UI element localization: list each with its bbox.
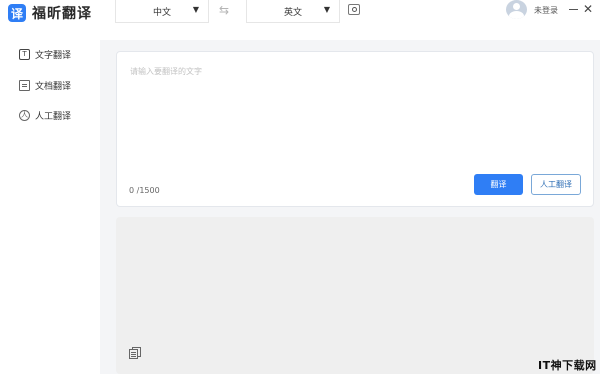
source-language-label: 中文 [152, 7, 171, 18]
logo-icon: 译 [8, 4, 26, 22]
avatar[interactable] [506, 0, 527, 19]
copy-icon[interactable] [129, 347, 141, 359]
target-language-label: 英文 [283, 7, 302, 18]
login-status[interactable]: 未登录 [534, 5, 558, 16]
sidebar-item-text-translate[interactable]: T 文字翻译 [19, 47, 71, 61]
minimize-icon[interactable] [569, 9, 578, 10]
source-text-placeholder[interactable]: 请输入要翻译的文字 [130, 66, 202, 77]
copy-icon-front [129, 349, 138, 359]
sidebar-item-label: 人工翻译 [35, 111, 72, 122]
sidebar-item-label: 文档翻译 [35, 81, 72, 92]
sidebar-item-label: 文字翻译 [35, 50, 72, 61]
top-bar: 译 福昕翻译 中文 ▼ ⇆ 英文 ▼ 未登录 ✕ [0, 0, 600, 40]
chevron-down-icon: ▼ [323, 5, 330, 14]
document-icon [19, 79, 30, 91]
watermark: IT神下载网 [538, 359, 597, 372]
character-counter: 0 /1500 [129, 186, 160, 195]
source-language-select[interactable]: 中文 ▼ [115, 0, 209, 23]
chevron-down-icon: ▼ [192, 5, 199, 14]
camera-icon[interactable] [348, 4, 360, 15]
avatar-body [509, 11, 524, 19]
source-text-panel[interactable]: 请输入要翻译的文字 0 /1500 翻译 人工翻译 [116, 51, 594, 207]
target-language-select[interactable]: 英文 ▼ [246, 0, 340, 23]
close-icon[interactable]: ✕ [583, 0, 593, 18]
camera-lens [351, 7, 357, 12]
app-name: 福昕翻译 [32, 6, 92, 22]
human-translate-button[interactable]: 人工翻译 [531, 174, 581, 195]
sidebar-item-human-translate[interactable]: 人 人工翻译 [19, 108, 71, 122]
sidebar-item-document-translate[interactable]: 文档翻译 [19, 78, 71, 92]
translation-output-panel [116, 217, 594, 374]
app-logo: 译 福昕翻译 [8, 1, 92, 25]
avatar-head [513, 3, 520, 10]
person-icon: 人 [19, 109, 30, 121]
swap-languages-icon[interactable]: ⇆ [219, 3, 229, 17]
sidebar: T 文字翻译 文档翻译 人 人工翻译 [0, 40, 100, 374]
translate-button[interactable]: 翻译 [474, 174, 523, 195]
text-icon: T [19, 48, 30, 60]
